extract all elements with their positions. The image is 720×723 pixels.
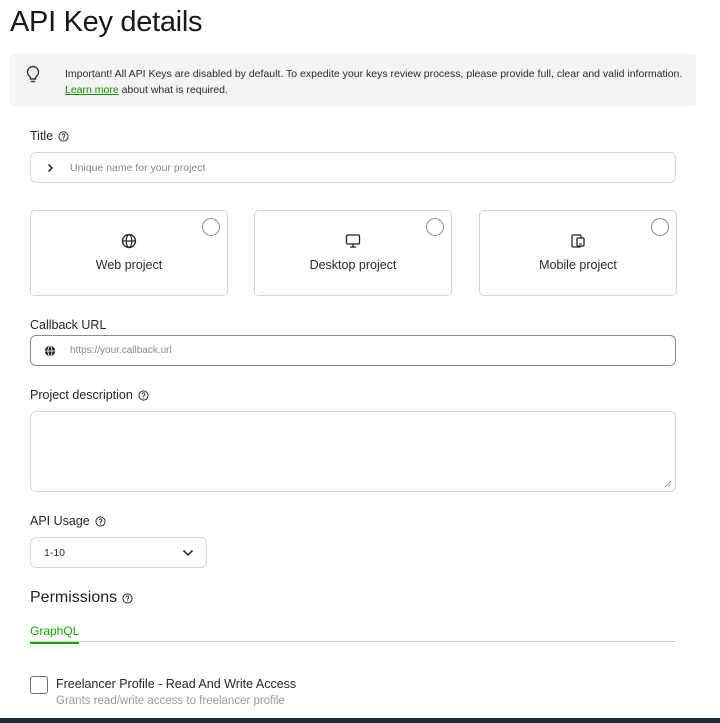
callback-url-label: Callback URL [30,318,106,332]
title-input[interactable]: Unique name for your project [30,152,676,183]
chevron-right-icon [47,163,54,173]
notice-text-end: about what is required. [118,84,228,96]
resize-handle-icon[interactable] [664,480,672,488]
page-title: API Key details [10,6,203,38]
title-label-text: Title [30,129,54,143]
api-usage-value: 1-10 [44,547,66,559]
web-project-label: Web project [95,258,163,272]
desktop-project-option[interactable]: Desktop project [254,210,452,296]
help-icon[interactable] [95,515,106,527]
web-project-option[interactable]: Web project [30,210,228,296]
api-usage-label: API Usage [30,514,106,528]
globe-icon [44,345,56,357]
permissions-heading-text: Permissions [30,589,118,606]
permission-description: Grants read/write access to freelancer p… [56,695,285,707]
api-usage-label-text: API Usage [30,514,90,528]
globe-icon [121,233,137,249]
learn-more-link[interactable]: Learn more [65,84,119,96]
desktop-project-radio[interactable] [426,218,444,236]
callback-url-label-text: Callback URL [30,318,107,332]
tab-graphql[interactable]: GraphQL [30,624,80,644]
web-project-radio[interactable] [202,218,220,236]
mobile-project-radio[interactable] [651,218,669,236]
callback-url-input[interactable]: https://your.callback.url [30,335,676,366]
help-icon[interactable] [138,389,149,401]
mobile-icon [571,234,585,248]
lightbulb-icon [26,65,40,83]
desktop-project-label: Desktop project [309,258,397,272]
tabs-divider [30,641,676,642]
project-description-label: Project description [30,388,149,402]
mobile-project-label: Mobile project [539,258,617,272]
info-notice: Important! All API Keys are disabled by … [10,54,696,106]
callback-url-placeholder: https://your.callback.url [70,345,172,356]
notice-text-start: Important! All API Keys are disabled by … [65,68,683,80]
permissions-heading: Permissions [30,589,133,607]
help-icon[interactable] [58,130,69,142]
title-placeholder: Unique name for your project [70,162,206,174]
help-icon[interactable] [122,592,133,604]
permission-title: Freelancer Profile - Read And Write Acce… [56,677,297,691]
title-label: Title [30,129,69,143]
monitor-icon [345,234,361,248]
project-description-label-text: Project description [30,388,133,402]
notice-text: Important! All API Keys are disabled by … [65,66,690,98]
chevron-down-icon [182,549,194,557]
mobile-project-option[interactable]: Mobile project [479,210,677,296]
bottom-edge-bar [0,718,720,723]
api-usage-select[interactable]: 1-10 [30,537,207,568]
freelancer-profile-checkbox[interactable] [30,676,48,694]
project-description-textarea[interactable] [30,411,676,492]
